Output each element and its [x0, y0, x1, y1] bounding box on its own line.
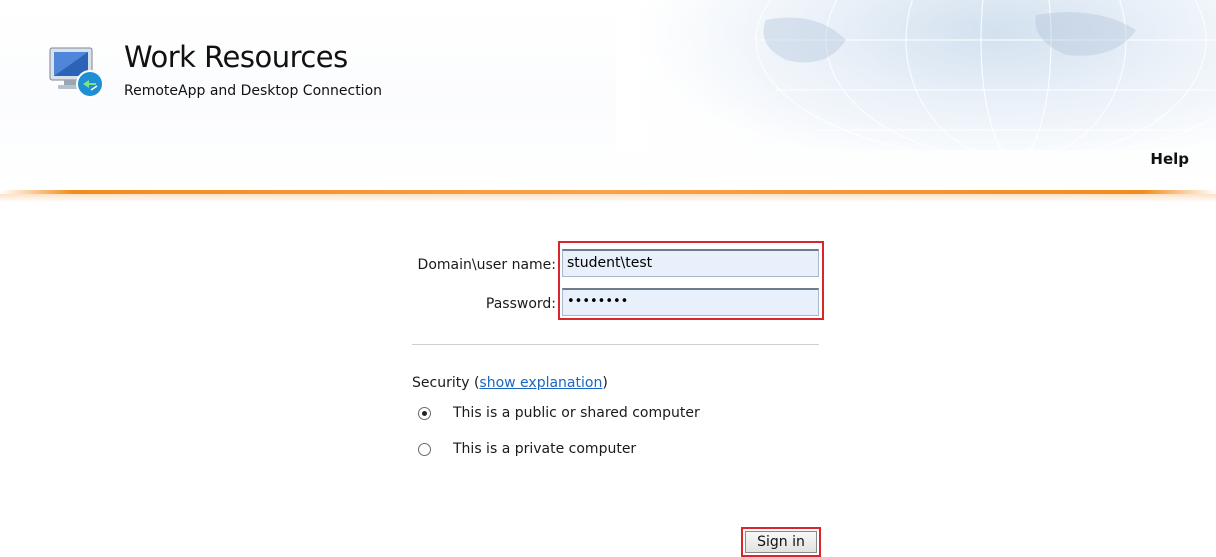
app-title: Work Resources — [124, 40, 348, 74]
public-computer-label: This is a public or shared computer — [453, 405, 700, 421]
option-private-computer[interactable]: This is a private computer — [418, 441, 636, 457]
globe-banner-graphic — [616, 0, 1216, 150]
password-input[interactable]: •••••••• — [562, 288, 819, 316]
remote-desktop-logo-icon — [44, 38, 112, 106]
sign-in-button[interactable]: Sign in — [745, 531, 817, 553]
password-label: Password: — [485, 296, 556, 312]
username-label: Domain\user name: — [417, 257, 556, 273]
app-subtitle: RemoteApp and Desktop Connection — [124, 83, 383, 99]
show-explanation-link[interactable]: show explanation — [479, 375, 602, 391]
private-computer-radio[interactable] — [418, 442, 431, 456]
help-link[interactable]: Help — [1150, 150, 1189, 168]
username-input[interactable]: student\test — [562, 249, 819, 277]
private-computer-label: This is a private computer — [453, 441, 637, 457]
option-public-computer[interactable]: This is a public or shared computer — [418, 405, 700, 421]
public-computer-radio[interactable] — [418, 406, 431, 420]
page-header: Work Resources RemoteApp and Desktop Con… — [0, 0, 1216, 190]
form-divider — [412, 344, 819, 345]
security-heading: Security (show explanation) — [412, 375, 608, 391]
